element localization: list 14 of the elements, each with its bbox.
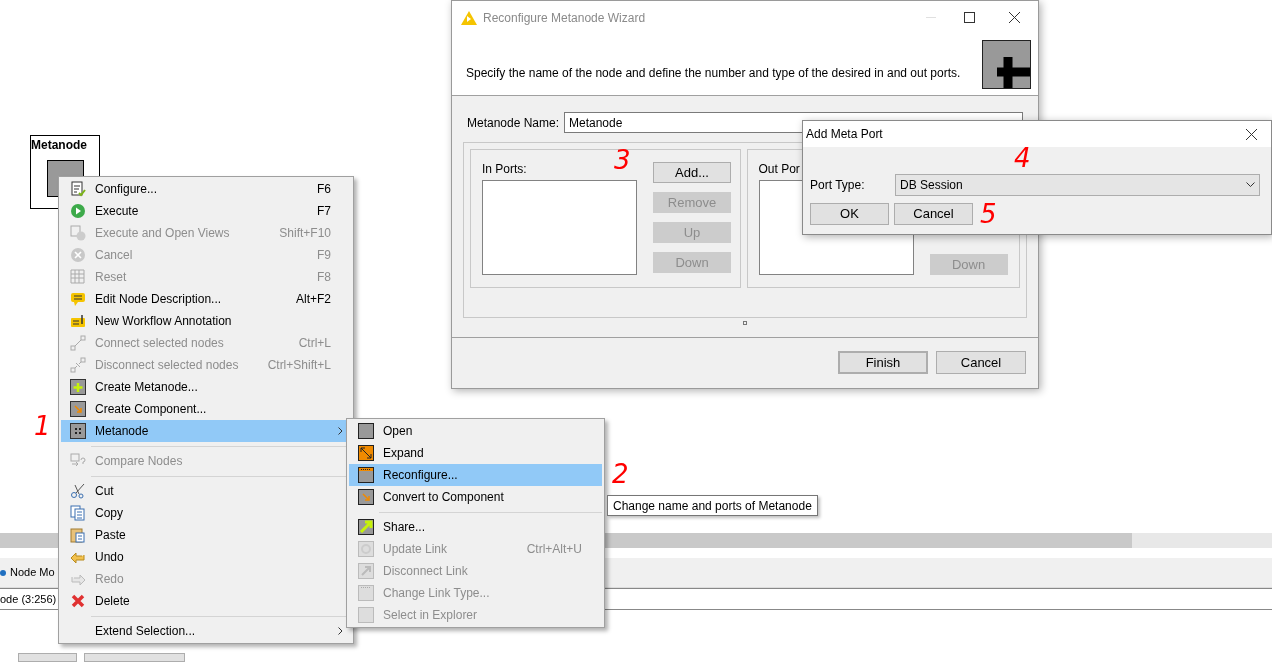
- handwritten-number: 4: [1014, 144, 1031, 172]
- node-label: Metanode: [31, 137, 87, 154]
- handwritten-number: 3: [614, 146, 631, 174]
- tooltip: Change name and ports of Metanode: [607, 495, 818, 516]
- window-title: Reconfigure Metanode Wizard: [483, 9, 647, 27]
- wizard-description: Specify the name of the node and define the number and type of the desired in and out ports.: [466, 64, 962, 82]
- handwritten-number: 1: [34, 412, 51, 440]
- handwritten-number: 2: [612, 460, 629, 488]
- ports-label: In Ports:: [482, 161, 527, 178]
- handwritten-number: 5: [980, 200, 997, 228]
- field-label: Port Type:: [810, 177, 866, 194]
- field-label: Metanode Name:: [467, 114, 561, 132]
- status-text: ode (3:256): [0, 591, 57, 607]
- ports-label: Out Por: [758, 161, 801, 178]
